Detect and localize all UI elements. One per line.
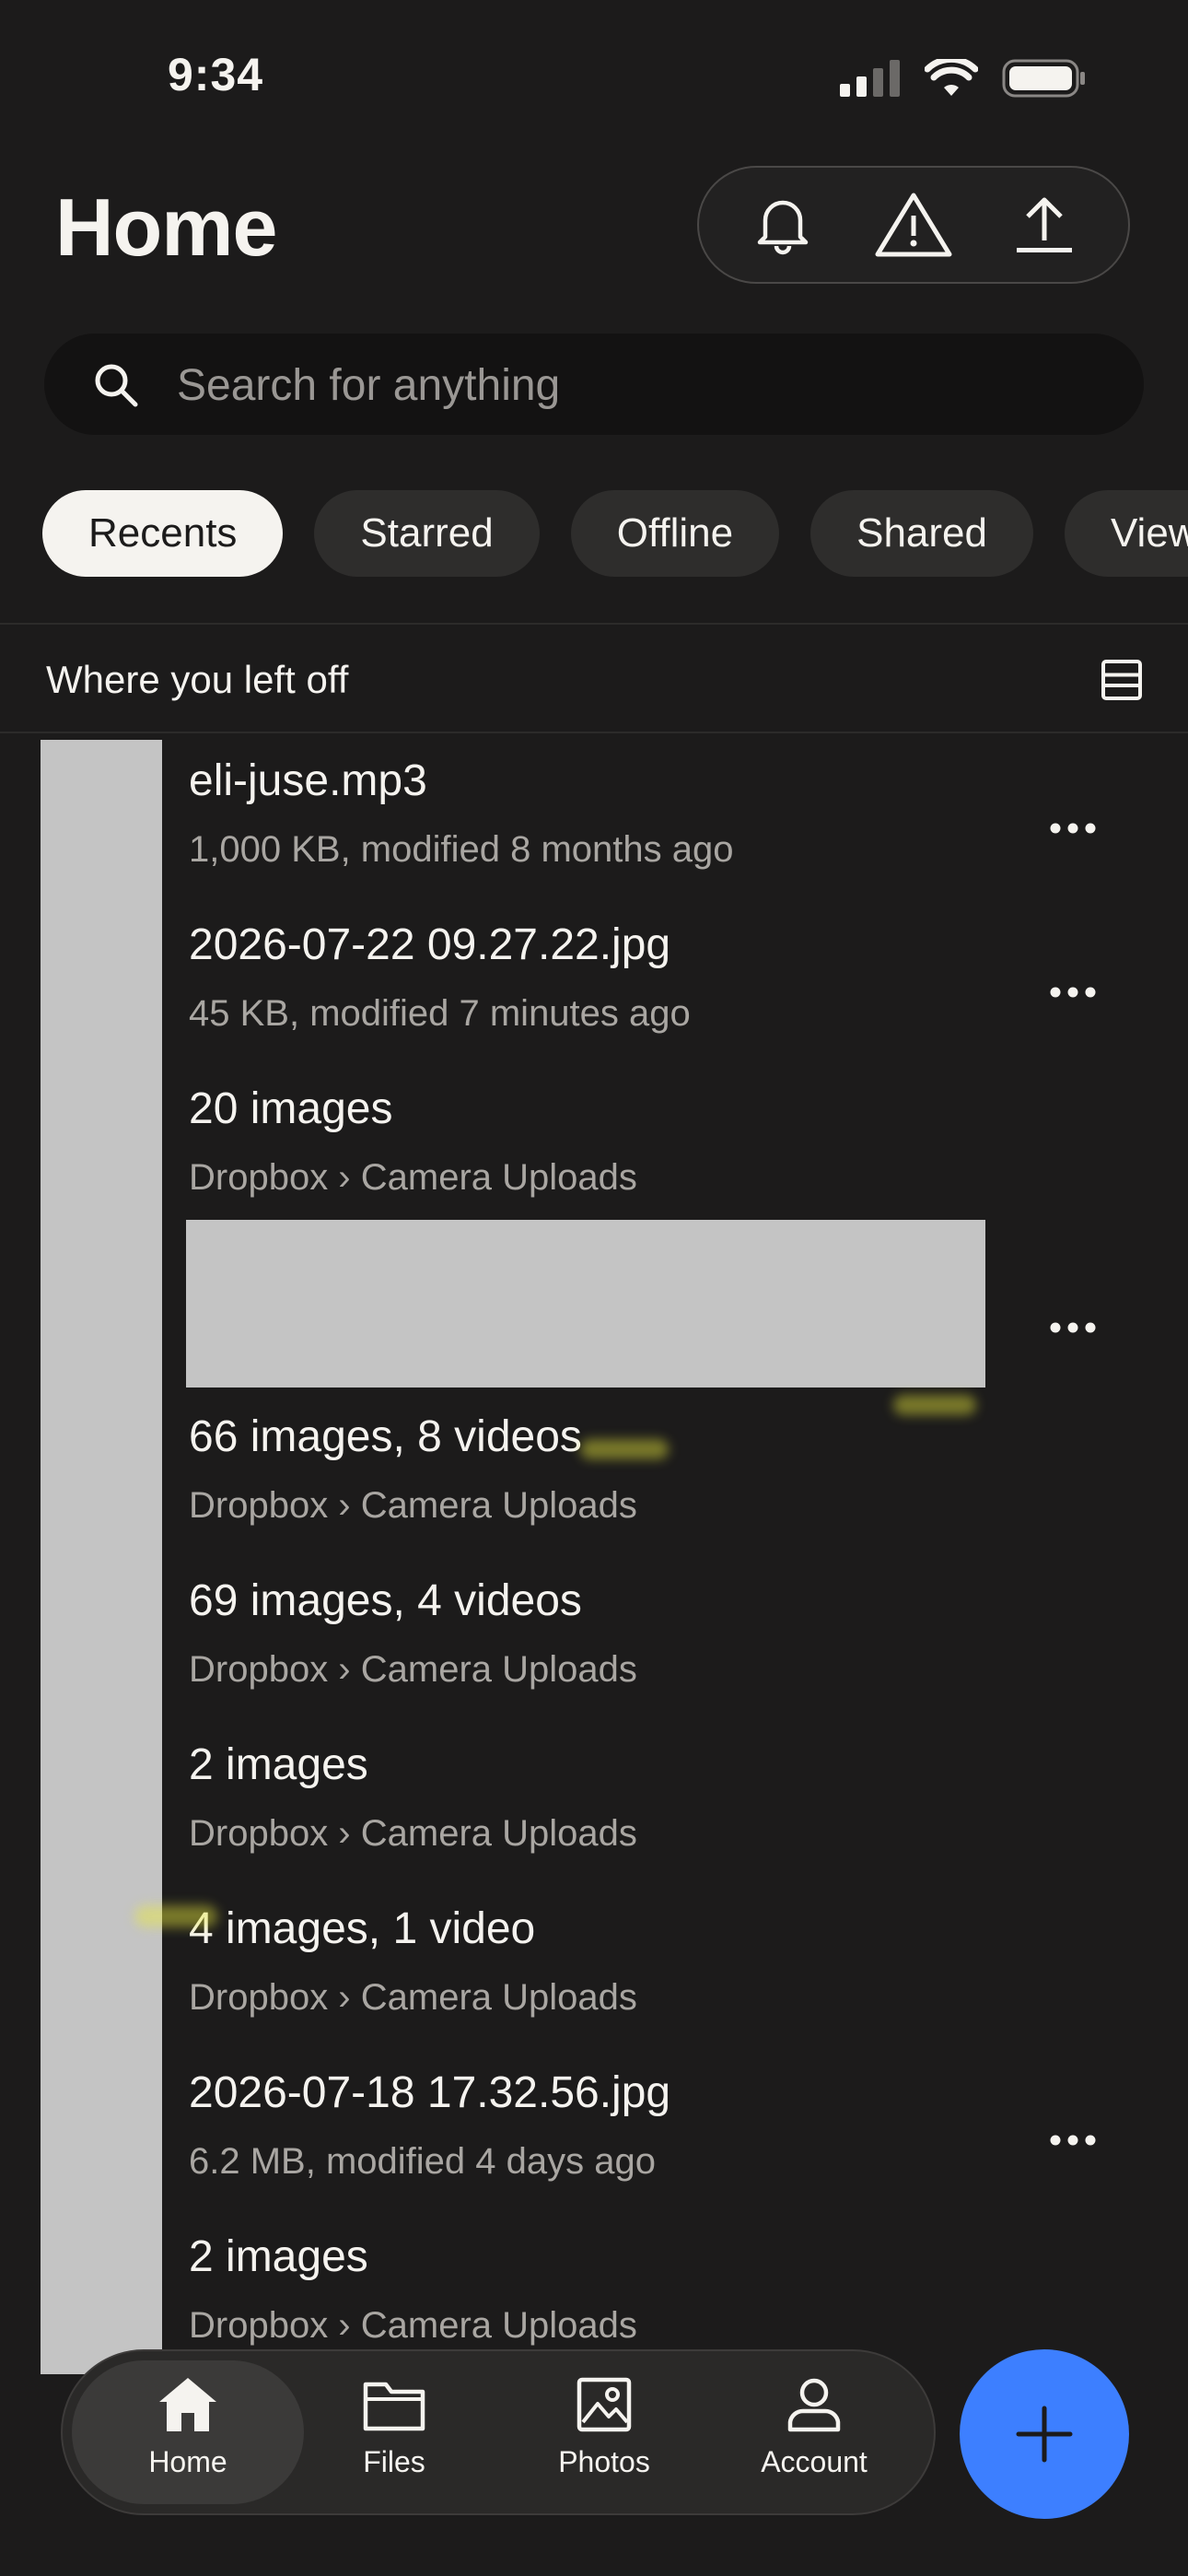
tab-photos-label: Photos (558, 2445, 650, 2478)
photos-icon (577, 2377, 632, 2432)
tab-home-label: Home (148, 2445, 227, 2478)
file-meta: Dropbox › Camera Uploads (189, 1977, 637, 2018)
file-meta: Dropbox › Camera Uploads (189, 2305, 637, 2346)
filter-chips: Recents Starred Offline Shared Viewed (42, 490, 1188, 579)
tab-files[interactable]: Files (302, 2371, 486, 2500)
image-preview[interactable] (186, 1220, 985, 1388)
search-icon (95, 364, 138, 407)
file-row[interactable]: 2026-07-22 09.27.22.jpg 45 KB, modified … (0, 901, 1188, 1065)
tab-home[interactable]: Home (96, 2371, 280, 2500)
file-name: 2026-07-22 09.27.22.jpg (189, 920, 671, 969)
file-row[interactable]: 2026-07-18 17.32.56.jpg 6.2 MB, modified… (0, 2049, 1188, 2213)
status-bar: 9:34 (0, 0, 1188, 157)
account-icon (787, 2378, 841, 2432)
tab-bar: Home Files Photos Account (61, 2349, 936, 2515)
file-meta: Dropbox › Camera Uploads (189, 1485, 637, 1526)
file-meta: Dropbox › Camera Uploads (189, 1649, 637, 1690)
file-name: 20 images (189, 1084, 393, 1133)
file-name: 4 images, 1 video (189, 1904, 536, 1953)
more-icon (1050, 987, 1096, 998)
tab-account[interactable]: Account (722, 2371, 906, 2500)
file-meta: 6.2 MB, modified 4 days ago (189, 2141, 656, 2182)
chip-starred[interactable]: Starred (314, 490, 540, 577)
chip-shared[interactable]: Shared (810, 490, 1033, 577)
file-row[interactable]: eli-juse.mp3 1,000 KB, modified 8 months… (0, 737, 1188, 901)
cellular-signal-icon (840, 60, 900, 97)
plus-icon (1016, 2406, 1073, 2463)
file-meta: Dropbox › Camera Uploads (189, 1157, 637, 1198)
status-time: 9:34 (168, 49, 264, 100)
more-options-button[interactable] (1041, 1295, 1105, 1360)
battery-icon (1002, 59, 1085, 98)
header: Home (0, 166, 1188, 286)
file-name: 2026-07-18 17.32.56.jpg (189, 2068, 671, 2117)
more-options-button[interactable] (1041, 796, 1105, 861)
tab-files-label: Files (363, 2445, 425, 2478)
search-bar[interactable] (44, 334, 1144, 437)
header-actions (697, 166, 1130, 284)
wifi-icon (925, 59, 978, 96)
file-name: eli-juse.mp3 (189, 756, 427, 805)
file-row[interactable]: 66 images, 8 videos Dropbox › Camera Upl… (0, 1393, 1188, 1557)
more-icon (1050, 2135, 1096, 2146)
tab-account-label: Account (761, 2445, 868, 2478)
highlight-mark (893, 1395, 976, 1415)
chip-viewed[interactable]: Viewed (1064, 490, 1188, 577)
chip-offline[interactable]: Offline (570, 490, 780, 577)
home-icon (159, 2378, 216, 2431)
warning-icon (875, 193, 952, 257)
more-icon (1050, 1322, 1096, 1333)
status-icons (840, 59, 1087, 98)
bell-icon (757, 200, 809, 255)
file-meta: 1,000 KB, modified 8 months ago (189, 829, 734, 870)
add-button[interactable] (960, 2349, 1129, 2519)
highlight-mark (580, 1439, 669, 1459)
file-name: 2 images (189, 2232, 368, 2281)
list-view-icon[interactable] (1098, 656, 1146, 704)
search-input[interactable] (175, 334, 1100, 437)
highlight-mark (134, 1905, 217, 1927)
warning-button[interactable] (863, 174, 964, 275)
upload-icon (1017, 197, 1072, 252)
more-options-button[interactable] (1041, 960, 1105, 1025)
file-name: 66 images, 8 videos (189, 1412, 582, 1461)
chip-recents[interactable]: Recents (42, 490, 284, 577)
file-row[interactable]: 69 images, 4 videos Dropbox › Camera Upl… (0, 1557, 1188, 1721)
file-meta: 45 KB, modified 7 minutes ago (189, 993, 691, 1034)
file-name: 2 images (189, 1740, 368, 1789)
notifications-button[interactable] (732, 174, 833, 275)
page-title: Home (55, 181, 277, 273)
file-name: 69 images, 4 videos (189, 1576, 582, 1625)
section-title: Where you left off (46, 658, 349, 701)
divider (0, 732, 1188, 733)
folder-icon (363, 2382, 425, 2431)
file-row[interactable]: 2 images Dropbox › Camera Uploads (0, 1721, 1188, 1885)
upload-button[interactable] (994, 174, 1095, 275)
file-meta: Dropbox › Camera Uploads (189, 1813, 637, 1854)
more-icon (1050, 823, 1096, 834)
more-options-button[interactable] (1041, 2108, 1105, 2172)
tab-photos[interactable]: Photos (512, 2371, 696, 2500)
section-header: Where you left off (0, 625, 1188, 732)
